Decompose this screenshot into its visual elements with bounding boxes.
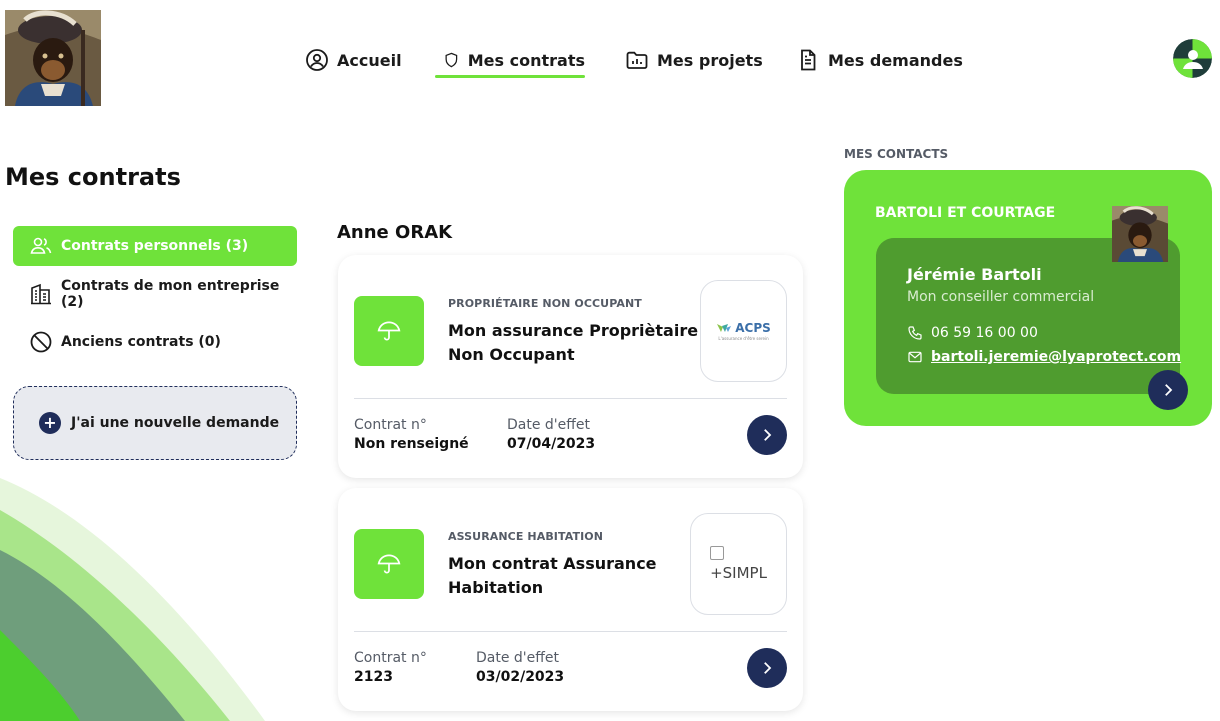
nav-item-label: Accueil <box>337 50 402 70</box>
advisor-portrait-icon <box>1112 206 1168 262</box>
insurer-logo: +SIMPL <box>690 513 787 615</box>
umbrella-icon <box>354 296 424 366</box>
background-wave-decoration <box>0 478 265 721</box>
effective-date-label: Date d'effet <box>507 417 591 433</box>
sidebar-item-contrats-entreprise[interactable]: Contrats de mon entreprise (2) <box>13 274 297 314</box>
nav-item-label: Mes demandes <box>828 50 963 70</box>
insurer-logo-tagline: L'assurance d'être serein <box>718 336 769 341</box>
contract-category: PROPRIÉTAIRE NON OCCUPANT <box>448 297 642 310</box>
sidebar-item-label: Contrats de mon entreprise (2) <box>61 278 280 310</box>
folder-chart-icon <box>626 51 648 69</box>
advisor-phone-value: 06 59 16 00 00 <box>931 325 1038 341</box>
insurer-logo-text: ACPS <box>735 321 771 335</box>
sidebar-item-label: Anciens contrats (0) <box>61 334 221 350</box>
open-contract-button[interactable] <box>747 648 787 688</box>
brand-logo[interactable] <box>5 10 101 106</box>
contract-owner-name: Anne ORAK <box>337 222 453 243</box>
phone-icon <box>908 326 922 340</box>
shield-icon <box>445 52 458 68</box>
broker-name: BARTOLI ET COURTAGE <box>875 205 1056 221</box>
building-icon <box>31 283 51 305</box>
chevron-right-icon <box>764 662 772 674</box>
nav-item-mes-contrats[interactable]: Mes contrats <box>435 40 585 80</box>
advisor-name: Jérémie Bartoli <box>907 265 1042 284</box>
contact-card: BARTOLI ET COURTAGE Jérémie Bartoli Mon … <box>844 170 1212 426</box>
contract-number-label: Contrat n° <box>354 417 427 433</box>
mail-icon <box>908 351 922 363</box>
advisor-role: Mon conseiller commercial <box>907 289 1095 305</box>
contract-number-field: Contrat n° Non renseigné <box>354 417 469 452</box>
insurer-logo-alt-text: +SIMPL <box>710 564 767 582</box>
plus-icon: + <box>39 412 61 434</box>
ban-icon <box>30 331 52 353</box>
page-title: Mes contrats <box>5 163 181 191</box>
contract-category: ASSURANCE HABITATION <box>448 530 604 543</box>
advisor-phone[interactable]: 06 59 16 00 00 <box>907 325 1038 341</box>
card-divider <box>354 631 787 632</box>
effective-date-field: Date d'effet 07/04/2023 <box>507 417 595 452</box>
sidebar-item-contrats-personnels[interactable]: Contrats personnels (3) <box>13 226 297 266</box>
advisor-email[interactable]: bartoli.jeremie@lyaprotect.com <box>907 349 1181 365</box>
effective-date-label: Date d'effet <box>476 650 560 666</box>
contract-name: Mon contrat Assurance Habitation <box>448 554 657 597</box>
open-contact-button[interactable] <box>1148 370 1188 410</box>
contract-number-value: Non renseigné <box>354 436 469 452</box>
contract-number-label: Contrat n° <box>354 650 427 666</box>
nav-item-accueil[interactable]: Accueil <box>305 40 402 80</box>
chevron-right-icon <box>764 429 772 441</box>
user-circle-icon <box>306 49 328 71</box>
contract-number-value: 2123 <box>354 669 393 685</box>
user-avatar[interactable] <box>1173 39 1212 78</box>
new-request-label: J'ai une nouvelle demande <box>71 415 280 431</box>
acps-leaf-icon <box>717 324 732 332</box>
contract-card[interactable]: PROPRIÉTAIRE NON OCCUPANT Mon assurance … <box>338 255 803 478</box>
new-request-button[interactable]: + J'ai une nouvelle demande <box>13 386 297 460</box>
advisor-email-link[interactable]: bartoli.jeremie@lyaprotect.com <box>931 349 1181 365</box>
nav-item-label: Mes contrats <box>467 50 585 70</box>
nav-item-mes-demandes[interactable]: Mes demandes <box>796 40 963 80</box>
nav-item-label: Mes projets <box>657 50 763 70</box>
contract-name: Mon assurance Propriètaire Non Occupant <box>448 321 699 364</box>
chevron-right-icon <box>1165 384 1173 396</box>
dog-portrait-logo-icon <box>5 10 101 106</box>
sidebar-item-anciens-contrats[interactable]: Anciens contrats (0) <box>13 322 297 362</box>
insurer-logo: ACPS L'assurance d'être serein <box>700 280 787 382</box>
contacts-section-label: MES CONTACTS <box>844 147 949 161</box>
effective-date-value: 07/04/2023 <box>507 436 596 452</box>
users-icon <box>30 237 52 254</box>
contract-card[interactable]: ASSURANCE HABITATION Mon contrat Assuran… <box>338 488 803 711</box>
card-divider <box>354 398 787 399</box>
broken-image-icon: +SIMPL <box>710 546 767 582</box>
umbrella-icon <box>354 529 424 599</box>
sidebar-item-label: Contrats personnels (3) <box>61 238 249 254</box>
nav-item-mes-projets[interactable]: Mes projets <box>625 40 763 80</box>
open-contract-button[interactable] <box>747 415 787 455</box>
contract-number-field: Contrat n° 2123 <box>354 650 427 685</box>
advisor-photo <box>1112 206 1168 262</box>
user-avatar-icon <box>1173 39 1212 78</box>
document-icon <box>801 49 816 71</box>
effective-date-field: Date d'effet 03/02/2023 <box>476 650 564 685</box>
effective-date-value: 03/02/2023 <box>476 669 565 685</box>
